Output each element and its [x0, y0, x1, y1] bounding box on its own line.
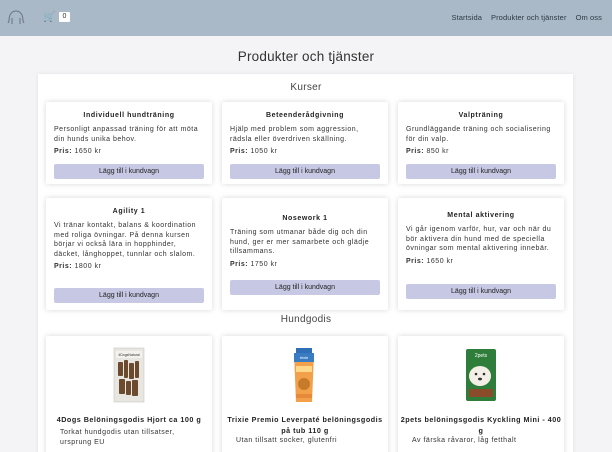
price-value: 1650 kr: [74, 148, 102, 156]
course-card: Nosework 1 Träning som utmanar både dig …: [222, 198, 388, 310]
price-value: 1050 kr: [250, 148, 278, 156]
price-label: Pris:: [54, 148, 73, 156]
course-description: Träning som utmanar både dig och din hun…: [230, 229, 370, 256]
product-description: Utan tillsatt socker, glutenfri: [236, 437, 338, 444]
product-card: trixie Trixie Premio Leverpaté belönings…: [222, 336, 388, 452]
course-description: Grundläggande träning och socialisering …: [406, 126, 551, 143]
product-card: 2pets 2pets belöningsgodis Kyckling Mini…: [398, 336, 564, 452]
course-name: Nosework 1: [282, 215, 328, 222]
dog-logo-icon[interactable]: [7, 9, 25, 25]
course-price: Pris: 1650 kr: [54, 148, 204, 155]
nav-link-about[interactable]: Om oss: [576, 13, 602, 22]
course-description: Vi tränar kontakt, balans & koordination…: [54, 222, 197, 258]
course-price: Pris: 1050 kr: [230, 148, 380, 155]
add-to-cart-button[interactable]: Lägg till i kundvagn: [406, 164, 556, 179]
svg-text:4DogsNatural: 4DogsNatural: [118, 353, 140, 357]
course-name: Mental aktivering: [447, 212, 515, 219]
course-price: Pris: 1800 kr: [54, 263, 204, 270]
price-value: 850 kr: [426, 148, 449, 156]
course-description: Hjälp med problem som aggression, rädsla…: [230, 126, 359, 143]
course-card: Valpträning Grundläggande träning och so…: [398, 102, 564, 184]
nav-link-startsida[interactable]: Startsida: [451, 13, 482, 22]
course-card: Individuell hundträning Personligt anpas…: [46, 102, 212, 184]
section-title-treats: Hundgodis: [280, 314, 332, 325]
product-image[interactable]: 2pets: [458, 346, 504, 404]
price-value: 1650 kr: [426, 257, 454, 265]
nav-link-products[interactable]: Produkter och tjänster: [491, 13, 567, 22]
course-price: Pris: 1750 kr: [230, 261, 380, 268]
main-nav: Startsida Produkter och tjänster Om oss: [442, 13, 602, 22]
course-description: Personligt anpassad träning för att möta…: [54, 126, 199, 143]
cart-icon[interactable]: 🛒: [43, 12, 55, 23]
add-to-cart-button[interactable]: Lägg till i kundvagn: [230, 164, 380, 179]
price-value: 1800 kr: [74, 263, 102, 271]
add-to-cart-button[interactable]: Lägg till i kundvagn: [54, 164, 204, 179]
svg-text:trixie: trixie: [300, 355, 309, 360]
product-name: 4Dogs Belöningsgodis Hjort ca 100 g: [56, 415, 202, 424]
product-description: Torkat hundgodis utan tillsatser, urspru…: [60, 429, 175, 446]
product-name: 2pets belöningsgodis Kyckling Mini - 400…: [400, 415, 562, 435]
price-label: Pris:: [406, 148, 425, 156]
course-card: Mental aktivering Vi går igenom varför, …: [398, 198, 564, 310]
navbar: 🛒 0 Startsida Produkter och tjänster Om …: [0, 0, 612, 36]
price-value: 1750 kr: [250, 260, 278, 268]
price-label: Pris:: [54, 263, 73, 271]
section-title-courses: Kurser: [290, 82, 322, 93]
add-to-cart-button[interactable]: Lägg till i kundvagn: [54, 288, 204, 303]
svg-text:2pets: 2pets: [475, 353, 488, 359]
add-to-cart-button[interactable]: Lägg till i kundvagn: [230, 280, 380, 295]
course-description: Vi går igenom varför, hur, var och när d…: [406, 226, 552, 253]
product-card: 4DogsNatural 4Dogs Belöningsgodis Hjort …: [46, 336, 212, 452]
course-card: Agility 1 Vi tränar kontakt, balans & ko…: [46, 198, 212, 310]
course-name: Valpträning: [458, 112, 504, 119]
course-price: Pris: 850 kr: [406, 148, 556, 155]
product-description: Av färska råvaror, låg fetthalt: [412, 437, 517, 444]
page-title: Produkter och tjänster: [237, 49, 375, 64]
price-label: Pris:: [230, 260, 249, 268]
course-card: Beteenderådgivning Hjälp med problem som…: [222, 102, 388, 184]
product-image[interactable]: trixie: [282, 346, 328, 404]
product-image[interactable]: 4DogsNatural: [106, 346, 152, 404]
price-label: Pris:: [230, 148, 249, 156]
add-to-cart-button[interactable]: Lägg till i kundvagn: [406, 284, 556, 299]
course-price: Pris: 1650 kr: [406, 258, 556, 265]
course-name: Beteenderådgivning: [265, 112, 345, 119]
course-name: Individuell hundträning: [83, 112, 175, 119]
price-label: Pris:: [406, 257, 425, 265]
product-name: Trixie Premio Leverpaté belöningsgodis p…: [227, 415, 383, 435]
cart-count-badge: 0: [59, 12, 70, 22]
course-name: Agility 1: [112, 208, 146, 215]
